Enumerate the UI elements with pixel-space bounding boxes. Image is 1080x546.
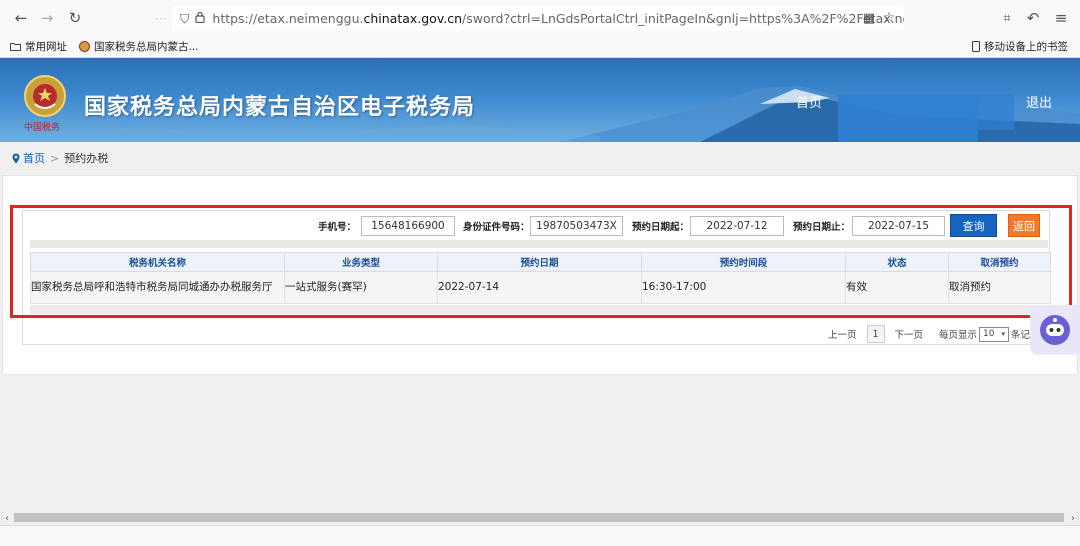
column-header-time-slot: 预约时间段 bbox=[641, 252, 846, 272]
url-prefix: https://etax.neimenggu. bbox=[212, 11, 364, 26]
per-page-select[interactable]: 10 ▾ bbox=[979, 326, 1010, 342]
cell-business-type: 一站式服务(赛罕) bbox=[284, 271, 438, 304]
cell-appointment-date: 2022-07-14 bbox=[437, 271, 642, 304]
qr-code-icon[interactable]: ▦ bbox=[858, 7, 880, 29]
tax-emblem-logo: 中国税务 bbox=[20, 70, 70, 134]
end-date-input[interactable]: 2022-07-15 bbox=[852, 216, 945, 236]
column-header-appointment-date: 预约日期 bbox=[437, 252, 642, 272]
prev-page-button[interactable]: 上一页 bbox=[828, 327, 857, 341]
svg-text:中国税务: 中国税务 bbox=[24, 121, 60, 133]
menu-icon[interactable]: ≡ bbox=[1050, 7, 1072, 29]
breadcrumb-separator: > bbox=[50, 151, 60, 165]
scroll-left-icon[interactable]: ‹ bbox=[0, 511, 14, 525]
reload-icon[interactable]: ↻ bbox=[64, 7, 86, 29]
bookmark-tax-bureau[interactable]: 国家税务总局内蒙古... bbox=[79, 39, 199, 54]
column-header-business-type: 业务类型 bbox=[284, 252, 438, 272]
search-row: 手机号： 15648166900 身份证件号码： 19870503473X 预约… bbox=[30, 212, 1048, 240]
tax-emblem-icon bbox=[79, 41, 90, 52]
mobile-device-icon bbox=[972, 41, 980, 52]
id-number-input[interactable]: 19870503473X bbox=[530, 216, 623, 236]
pagination: 上一页 1 下一页 每页显示 10 ▾ 条记 bbox=[828, 325, 1030, 343]
location-pin-icon bbox=[12, 153, 20, 163]
scrollbar-thumb[interactable] bbox=[14, 513, 1064, 522]
appointment-table: 税务机关名称 业务类型 预约日期 预约时间段 状态 取消预约 国家税务总局呼和浩… bbox=[30, 252, 1051, 304]
scroll-right-icon[interactable]: › bbox=[1066, 511, 1080, 525]
table-row[interactable]: 国家税务总局呼和浩特市税务局同城通办办税服务厅 一站式服务(赛罕) 2022-0… bbox=[30, 271, 1051, 304]
url-host: chinatax.gov.cn bbox=[363, 11, 463, 26]
breadcrumb-current: 预约办税 bbox=[64, 152, 109, 165]
redacted-user-info bbox=[838, 94, 978, 142]
back-arrow-icon[interactable]: ← bbox=[10, 7, 32, 29]
table-header-row: 税务机关名称 业务类型 预约日期 预约时间段 状态 取消预约 bbox=[30, 252, 1051, 272]
folder-icon bbox=[10, 43, 21, 51]
status-strip bbox=[0, 525, 1080, 546]
forward-arrow-icon[interactable]: → bbox=[36, 7, 58, 29]
logout-link[interactable]: 退出 bbox=[1026, 92, 1052, 111]
return-button[interactable]: 返回 bbox=[1008, 214, 1040, 237]
breadcrumb-home[interactable]: 首页 bbox=[23, 150, 45, 166]
undo-icon[interactable]: ↶ bbox=[1022, 7, 1044, 29]
toolbar-strip bbox=[30, 240, 1048, 248]
cell-status: 有效 bbox=[845, 271, 949, 304]
column-header-tax-office: 税务机关名称 bbox=[30, 252, 285, 272]
breadcrumb: 首页 > 预约办税 bbox=[12, 150, 108, 166]
start-date-label: 预约日期起： bbox=[632, 222, 690, 233]
url-bar[interactable]: ⛉ https://etax.neimenggu. chinatax.gov.cn… bbox=[172, 6, 904, 31]
end-date-label: 预约日期止： bbox=[793, 222, 851, 233]
page-horizontal-scrollbar[interactable]: ‹ › bbox=[0, 511, 1080, 525]
column-header-status: 状态 bbox=[845, 252, 949, 272]
lock-icon bbox=[195, 11, 205, 26]
extension-icon[interactable]: ⋯ bbox=[150, 7, 172, 29]
id-number-label: 身份证件号码： bbox=[463, 222, 530, 233]
url-path: /sword?ctrl=LnGdsPortalCtrl_initPageIn&g… bbox=[462, 11, 904, 26]
chevron-down-icon: ▾ bbox=[1001, 330, 1006, 338]
query-button[interactable]: 查询 bbox=[950, 214, 997, 237]
column-header-cancel: 取消预约 bbox=[948, 252, 1051, 272]
current-page-number[interactable]: 1 bbox=[866, 325, 885, 343]
site-title: 国家税务总局内蒙古自治区电子税务局 bbox=[84, 95, 476, 120]
site-header: 中国税务 国家税务总局内蒙古自治区电子税务局 首页 退出 bbox=[0, 58, 1080, 142]
start-date-input[interactable]: 2022-07-12 bbox=[690, 216, 784, 236]
redacted-user-info-2 bbox=[978, 94, 1014, 130]
bookmark-common-sites[interactable]: 常用网址 bbox=[10, 39, 67, 54]
header-home-link[interactable]: 首页 bbox=[796, 92, 822, 111]
phone-input[interactable]: 15648166900 bbox=[361, 216, 455, 236]
browser-toolbar: ← → ↻ ⋯ ⛉ https://etax.neimenggu. chinata… bbox=[0, 0, 1080, 36]
shield-icon: ⛉ bbox=[180, 10, 190, 26]
assistant-robot-button[interactable] bbox=[1030, 305, 1080, 355]
robot-icon bbox=[1040, 315, 1070, 345]
per-page-suffix: 条记 bbox=[1011, 330, 1031, 341]
table-horizontal-scrollbar[interactable] bbox=[30, 305, 1048, 314]
crop-icon[interactable]: ⌗ bbox=[996, 7, 1018, 29]
bookmarks-bar: 常用网址 国家税务总局内蒙古... 移动设备上的书签 bbox=[0, 36, 1080, 58]
star-bookmark-icon[interactable]: ☆ bbox=[878, 7, 900, 29]
per-page-label: 每页显示 bbox=[939, 330, 978, 341]
phone-label: 手机号： bbox=[318, 222, 357, 233]
cancel-appointment-link[interactable]: 取消预约 bbox=[948, 271, 1051, 304]
bookmark-mobile[interactable]: 移动设备上的书签 bbox=[972, 39, 1068, 54]
cell-tax-office: 国家税务总局呼和浩特市税务局同城通办办税服务厅 bbox=[30, 271, 285, 304]
cell-time-slot: 16:30-17:00 bbox=[641, 271, 846, 304]
next-page-button[interactable]: 下一页 bbox=[895, 327, 924, 341]
